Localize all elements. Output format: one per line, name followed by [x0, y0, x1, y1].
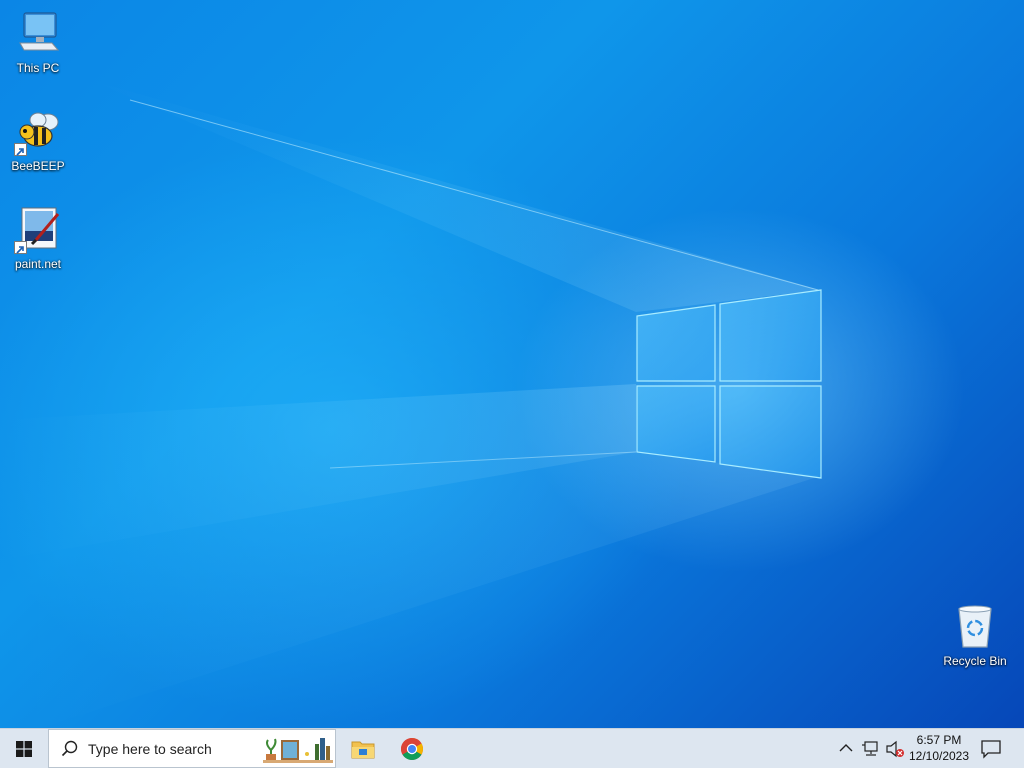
desktop-icon-label: BeeBEEP [11, 159, 65, 173]
taskbar-app-file-explorer[interactable] [339, 729, 387, 768]
system-clock[interactable]: 6:57 PM 12/10/2023 [900, 732, 978, 764]
clock-date: 12/10/2023 [908, 749, 970, 763]
start-button[interactable] [0, 729, 48, 768]
clock-time: 6:57 PM [916, 733, 962, 747]
search-placeholder: Type here to search [88, 741, 212, 757]
paint-net-icon [14, 206, 62, 254]
computer-monitor-icon [14, 10, 62, 58]
desktop-icon-this-pc[interactable]: This PC [0, 10, 76, 75]
action-center-icon[interactable] [980, 739, 1002, 759]
desktop-icon-recycle-bin[interactable]: Recycle Bin [937, 603, 1013, 668]
shortcut-arrow-icon [14, 241, 27, 254]
taskbar: Type here to search 6:57 PM 12/10/2023 [0, 728, 1024, 768]
wallpaper-windows-logo [0, 80, 822, 728]
shortcut-arrow-icon [14, 143, 27, 156]
folder-icon [351, 741, 375, 758]
network-icon[interactable] [861, 740, 881, 758]
search-highlight-illustration-icon[interactable] [263, 734, 333, 764]
desktop-icon-label: This PC [16, 61, 60, 75]
search-input[interactable]: Type here to search [48, 729, 336, 768]
desktop-icon-label: paint.net [14, 257, 62, 271]
desktop-icon-beebeep[interactable]: BeeBEEP [0, 108, 76, 173]
taskbar-app-chrome[interactable] [388, 729, 436, 768]
desktop[interactable]: This PC BeeBEEP paint.net Recycle Bin [0, 0, 1024, 728]
desktop-icon-label: Recycle Bin [943, 654, 1007, 668]
windows-logo-icon [16, 740, 32, 757]
desktop-icon-paint-net[interactable]: paint.net [0, 206, 76, 271]
magnifier-icon [61, 740, 78, 757]
recycle-bin-icon [951, 603, 999, 651]
chrome-icon [401, 737, 423, 760]
bee-icon [14, 108, 62, 156]
chevron-up-icon[interactable] [836, 739, 856, 757]
